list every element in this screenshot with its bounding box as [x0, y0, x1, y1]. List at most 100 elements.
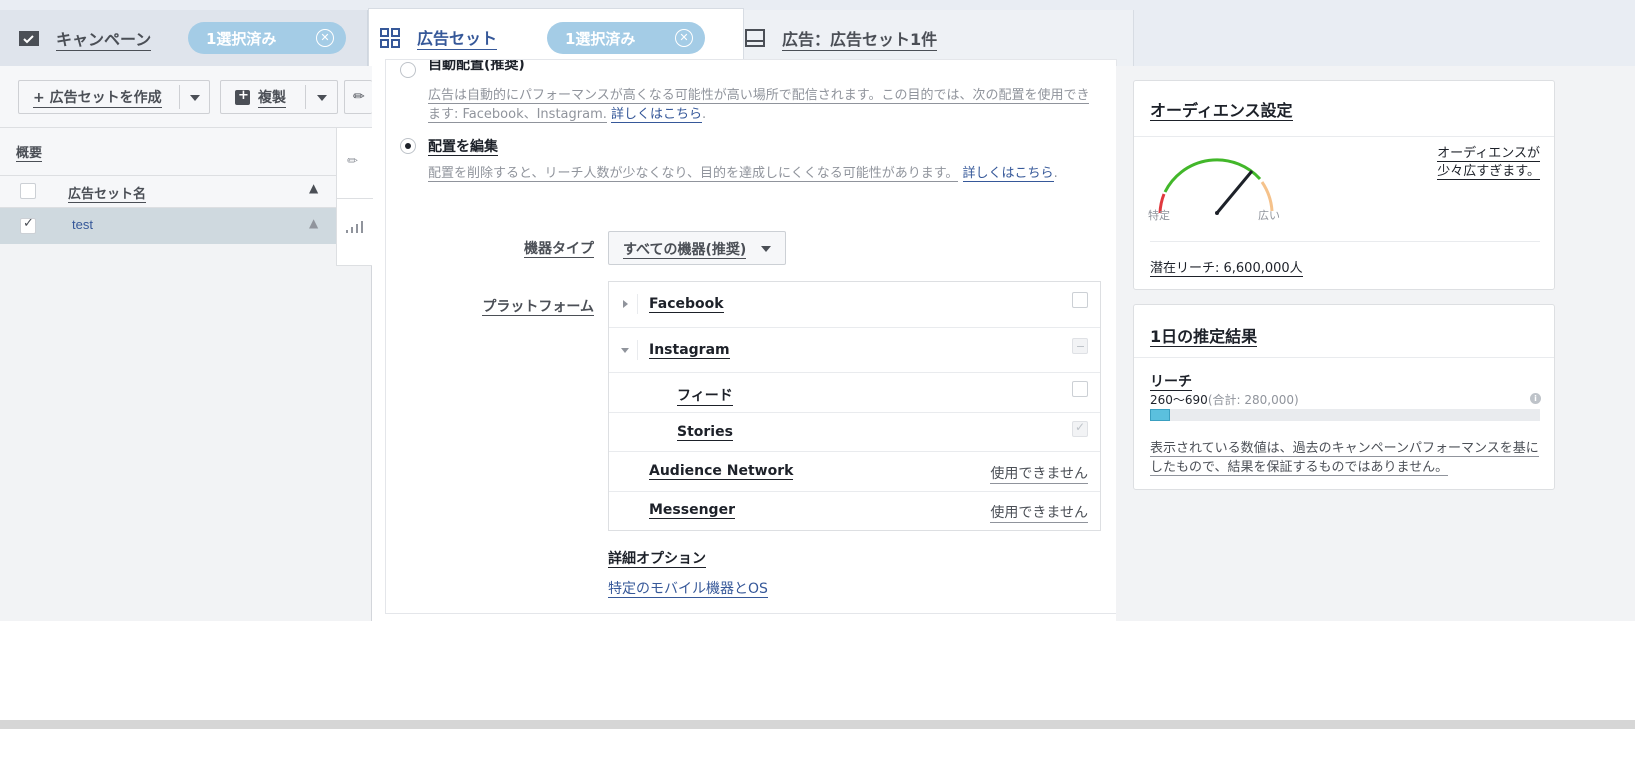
- audience-title-text: オーディエンス設定: [1150, 101, 1293, 121]
- mobile-device-os-link-text[interactable]: 特定のモバイル機器とOS: [608, 581, 768, 598]
- tab-adset-label: 広告セット: [417, 25, 498, 50]
- tab-campaign-label: キャンペーン: [56, 26, 152, 51]
- adset-selected-count: 1選択済み: [565, 29, 636, 48]
- ad-icon: [744, 28, 766, 48]
- campaign-selected-pill[interactable]: 1選択済み ✕: [188, 22, 346, 54]
- chevron-down-icon[interactable]: [190, 95, 200, 101]
- advanced-options-title: 詳細オプション: [608, 548, 706, 568]
- mobile-device-os-link[interactable]: 特定のモバイル機器とOS: [608, 578, 768, 598]
- facebook-checkbox[interactable]: [1072, 292, 1088, 308]
- potential-reach: 潜在リーチ: 6,600,000人: [1150, 257, 1303, 277]
- audience-status: オーディエンスが少々広すぎます。: [1412, 145, 1540, 181]
- divider: [1150, 241, 1540, 242]
- table-header: 広告セット名 ▲: [0, 176, 336, 208]
- stories-label: Stories: [677, 424, 733, 441]
- instagram-checkbox[interactable]: [1072, 338, 1088, 354]
- column-adset-name[interactable]: 広告セット名: [68, 183, 147, 203]
- tab-ad[interactable]: 広告：広告セット1件: [744, 10, 1134, 66]
- messenger-label: Messenger: [649, 502, 735, 519]
- auto-placement-radio[interactable]: [400, 62, 416, 78]
- button-divider: [305, 85, 306, 109]
- divider: [637, 340, 638, 360]
- info-icon[interactable]: i: [1530, 393, 1541, 404]
- audience-status-text: オーディエンスが少々広すぎます。: [1437, 146, 1540, 180]
- divider: [1134, 136, 1554, 137]
- sort-arrow-icon[interactable]: ▲: [309, 181, 318, 195]
- feed-checkbox[interactable]: [1072, 381, 1088, 397]
- table-row[interactable]: test ▲: [0, 208, 336, 244]
- edit-button[interactable]: ✏: [344, 80, 372, 114]
- estimate-note: 表示されている数値は、過去のキャンペーンパフォーマンスを基にしたもので、結果を保…: [1150, 439, 1544, 477]
- stories-checkbox[interactable]: [1072, 420, 1088, 437]
- auto-placement-desc-text: 広告は自動的にパフォーマンスが高くなる可能性が高い場所で配信されます。この目的で…: [428, 88, 1090, 123]
- edit-placement-title: 配置を編集: [428, 136, 498, 156]
- tab-campaign[interactable]: キャンペーン 1選択済み ✕: [0, 10, 368, 66]
- tab-bar: キャンペーン 1選択済み ✕ 広告セット 1選択済み ✕ 広告：広告セット1件: [0, 0, 1635, 66]
- learn-more-link[interactable]: 詳しくはこちら: [611, 107, 703, 123]
- advanced-options-title-text: 詳細オプション: [608, 551, 706, 568]
- device-type-value: すべての機器(推奨): [623, 242, 747, 259]
- platform-row-instagram[interactable]: Instagram: [609, 328, 1100, 373]
- feed-label: フィード: [677, 385, 733, 406]
- grid-icon: [379, 27, 401, 48]
- platform-row-stories[interactable]: Stories: [609, 413, 1100, 452]
- instagram-label: Instagram: [649, 342, 730, 359]
- reach-range: 260〜690(合計: 280,000): [1150, 391, 1299, 408]
- select-all-checkbox[interactable]: [20, 183, 36, 199]
- summary-label: 概要: [16, 146, 43, 162]
- device-type-dropdown[interactable]: すべての機器(推奨): [608, 231, 786, 265]
- clear-selection-icon[interactable]: ✕: [675, 29, 693, 47]
- device-type-label: 機器タイプ: [480, 238, 594, 258]
- edit-placement-radio[interactable]: [400, 138, 416, 154]
- gauge-specific-label: 特定: [1148, 209, 1170, 222]
- collapse-arrow-icon[interactable]: [621, 348, 629, 353]
- bottom-divider: [0, 720, 1635, 729]
- pencil-icon[interactable]: ✏: [347, 154, 358, 169]
- edit-placement-description: 配置を削除すると、リーチ人数が少なくなり、目的を達成しにくくなる可能性があります…: [428, 166, 1058, 182]
- estimate-title-text: 1日の推定結果: [1150, 327, 1258, 347]
- auto-placement-title: 自動配置(推奨): [428, 60, 525, 73]
- expand-arrow-icon[interactable]: [623, 300, 628, 308]
- learn-more-link[interactable]: 詳しくはこちら: [962, 166, 1054, 182]
- platform-row-audience-network: Audience Network 使用できません: [609, 452, 1100, 492]
- audience-card: オーディエンス設定 特定 広い オーディエンスが少々広すぎます。 潜在リーチ: …: [1133, 80, 1555, 290]
- pencil-icon: ✏: [353, 89, 365, 105]
- facebook-label: Facebook: [649, 296, 724, 313]
- platform-list: Facebook Instagram フィード Stories Audience…: [608, 281, 1101, 531]
- clear-selection-icon[interactable]: ✕: [316, 29, 334, 47]
- platform-row-feed[interactable]: フィード: [609, 373, 1100, 413]
- divider: [337, 198, 373, 199]
- platform-label-text: プラットフォーム: [482, 299, 594, 316]
- chevron-down-icon: [761, 246, 771, 252]
- bar-chart-icon[interactable]: [345, 220, 363, 238]
- campaign-selected-count: 1選択済み: [206, 29, 277, 48]
- unavailable-label: 使用できません: [990, 502, 1088, 523]
- device-type-label-text: 機器タイプ: [524, 241, 594, 258]
- potential-reach-text: 潜在リーチ: 6,600,000人: [1150, 261, 1303, 277]
- duplicate-button[interactable]: + 複製: [220, 80, 338, 114]
- auto-placement-description: 広告は自動的にパフォーマンスが高くなる可能性が高い場所で配信されます。この目的で…: [428, 88, 1090, 123]
- divider: [1134, 357, 1554, 358]
- chevron-down-icon[interactable]: [317, 95, 327, 101]
- row-checkbox[interactable]: [20, 216, 36, 234]
- duplicate-label: 複製: [258, 87, 286, 108]
- estimate-title: 1日の推定結果: [1150, 323, 1258, 347]
- button-divider: [179, 85, 180, 109]
- gauge-broad-label: 広い: [1258, 209, 1280, 222]
- reach-bar: [1150, 409, 1540, 421]
- folder-icon: [18, 28, 40, 48]
- platform-label: プラットフォーム: [450, 296, 594, 316]
- platform-row-facebook[interactable]: Facebook: [609, 282, 1100, 328]
- reach-range-value: 260〜690: [1150, 393, 1208, 407]
- adset-name-link[interactable]: test: [72, 217, 93, 232]
- tab-adset[interactable]: 広告セット 1選択済み ✕: [368, 8, 744, 66]
- create-adset-button[interactable]: + 広告セットを作成: [18, 80, 210, 114]
- audience-network-label: Audience Network: [649, 463, 794, 480]
- divider: [637, 294, 638, 314]
- edit-placement-desc-text: 配置を削除すると、リーチ人数が少なくなり、目的を達成しにくくなる可能性があります…: [428, 166, 959, 182]
- row-sort-arrow-icon: ▲: [309, 216, 319, 230]
- adset-selected-pill[interactable]: 1選択済み ✕: [547, 22, 705, 54]
- reach-bar-fill: [1150, 409, 1170, 421]
- create-adset-label: + 広告セットを作成: [33, 87, 162, 108]
- side-tool-column: ✏: [336, 128, 373, 266]
